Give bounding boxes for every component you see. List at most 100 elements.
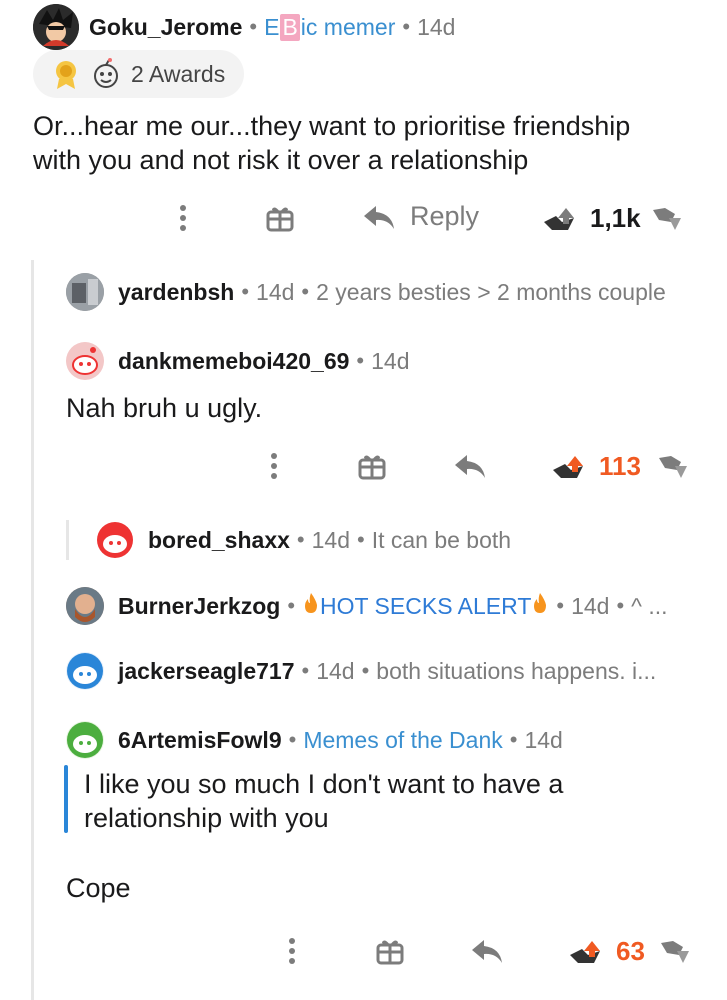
timestamp: 14d [524,726,563,753]
more-options-button[interactable] [268,451,280,481]
awards-count: 2 Awards [131,60,226,87]
reply-label: Reply [410,201,480,231]
username[interactable]: yardenbsh [118,279,234,306]
separator-dot: • [356,348,365,373]
flair-emoji-b: B [280,13,300,41]
blockquote-bar [64,765,68,833]
downvote-icon[interactable] [657,937,691,967]
comment-text-line: Cope [66,873,131,903]
username[interactable]: BurnerJerkzog [118,593,280,620]
timestamp: 14d [256,278,295,305]
upvote-icon[interactable] [540,204,580,234]
quote-text-line: I like you so much I don't want to have … [84,769,564,799]
thread-rail[interactable] [31,260,34,1000]
snoo-avatar-icon [67,653,103,689]
user-flair: E Bic memer [264,13,395,41]
vote-controls: 113 [549,451,689,482]
username[interactable]: jackerseagle717 [118,658,295,685]
snoo-avatar-icon [67,722,103,758]
separator-dot: • [301,658,310,683]
avatar[interactable] [66,652,104,690]
avatar[interactable] [66,721,104,759]
gift-icon [266,207,294,232]
collapsed-comment[interactable]: jackerseagle717 • 14d • both situations … [66,652,656,690]
separator-dot: • [296,527,305,552]
give-award-button[interactable] [375,936,405,966]
separator-dot: • [241,279,250,304]
separator-dot: • [556,593,565,618]
separator-dot: • [301,279,310,304]
avatar[interactable] [96,521,134,559]
reply-button[interactable] [453,451,487,481]
comment-body: Or...hear me our...they want to prioriti… [33,109,630,177]
downvote-icon[interactable] [649,204,683,234]
comment-preview: It can be both [371,526,512,553]
vote-score: 63 [616,936,645,966]
more-options-icon [289,938,295,964]
flair-part: E [264,13,280,40]
collapsed-comment[interactable]: BurnerJerkzog • HOT SECKS ALERT • 14d • … [66,587,668,625]
timestamp: 14d [371,347,410,374]
avatar[interactable] [33,4,79,50]
avatar[interactable] [66,587,104,625]
comment-text-line: Nah bruh u ugly. [66,393,263,423]
comment-header: Goku_Jerome • E Bic memer • 14d [33,4,455,50]
reply-arrow-icon [364,205,394,229]
blockquote: I like you so much I don't want to have … [84,767,563,835]
vote-score: 113 [599,451,641,481]
fire-icon [534,593,547,613]
separator-dot: • [287,593,296,618]
reply-arrow-icon [472,940,502,963]
avatar-image [66,587,104,625]
avatar[interactable] [66,342,104,380]
quote-text-line: relationship with you [84,803,329,833]
comment-header: dankmemeboi420_69 • 14d [66,342,409,380]
separator-dot: • [402,14,411,39]
flair-text: HOT SECKS ALERT [320,593,532,619]
avatar[interactable] [66,273,104,311]
comment-text-line: with you and not risk it over a relation… [33,145,529,175]
wholesome-award-icon [94,58,118,88]
comment-body: Nah bruh u ugly. [66,391,262,425]
gift-icon [376,940,404,965]
gift-icon [358,455,386,480]
separator-dot: • [356,527,365,552]
username[interactable]: dankmemeboi420_69 [118,348,349,375]
comment-preview: ^ ... [631,592,668,619]
comment-preview: both situations happens. i... [376,657,657,684]
vote-controls: 63 [566,936,691,967]
separator-dot: • [509,727,518,752]
timestamp: 14d [316,657,355,684]
timestamp: 14d [571,592,610,619]
upvote-icon[interactable] [549,452,589,482]
reply-button[interactable]: Reply [362,201,479,232]
comment-text-line: Or...hear me our...they want to prioriti… [33,111,631,141]
gold-award-icon [56,61,76,89]
avatar-image [33,4,79,50]
username[interactable]: 6ArtemisFowl9 [118,727,282,754]
vote-score: 1,1k [590,203,641,233]
separator-dot: • [288,727,297,752]
separator-dot: • [361,658,370,683]
username[interactable]: Goku_Jerome [89,14,242,41]
user-flair: Memes of the Dank [303,726,503,753]
thread-rail[interactable] [66,520,69,560]
reply-arrow-icon [455,455,485,478]
more-options-button[interactable] [177,203,189,233]
collapsed-comment[interactable]: bored_shaxx • 14d • It can be both [96,521,511,559]
give-award-button[interactable] [265,203,295,233]
upvote-icon[interactable] [566,937,606,967]
reply-button[interactable] [470,936,504,966]
separator-dot: • [249,14,258,39]
awards-pill[interactable]: 2 Awards [33,50,244,98]
timestamp: 14d [311,526,350,553]
give-award-button[interactable] [357,451,387,481]
username[interactable]: bored_shaxx [148,527,290,554]
snoo-avatar-icon [97,522,133,558]
separator-dot: • [616,593,625,618]
collapsed-comment[interactable]: yardenbsh • 14d • 2 years besties > 2 mo… [66,273,666,311]
downvote-icon[interactable] [655,452,689,482]
comment-body: Cope [66,871,131,905]
fire-icon [305,593,318,613]
more-options-button[interactable] [286,936,298,966]
